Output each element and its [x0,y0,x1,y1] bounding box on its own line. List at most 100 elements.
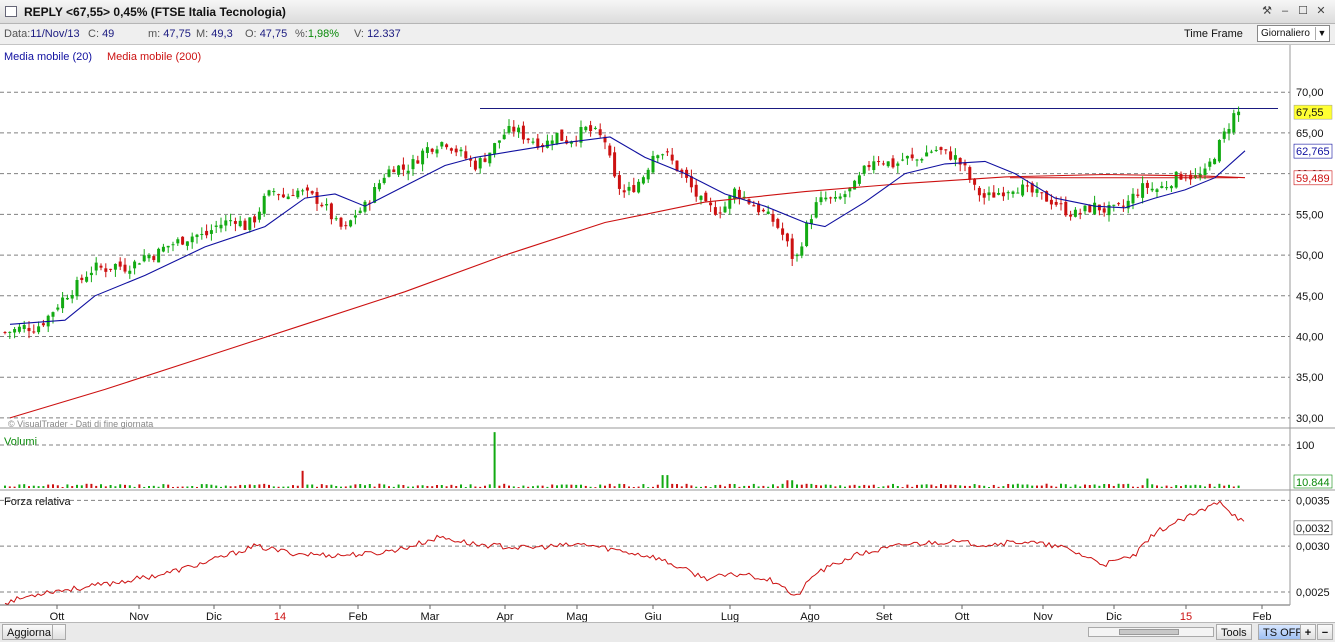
candle-body [329,203,333,220]
volume-bar [167,484,170,488]
volume-bar [474,486,477,488]
horizontal-scrollbar[interactable] [1088,627,1214,637]
tools-button[interactable]: Tools [1216,624,1252,640]
candle-body [37,326,41,333]
candle-body [512,126,516,132]
candle-body [925,152,929,157]
candle-body [1049,199,1053,205]
month-label: Nov [1033,611,1053,622]
volume-bar [1223,485,1226,488]
candle-body [262,195,266,214]
volume-bar [786,480,789,488]
candle-body [872,161,876,171]
rs-tick-label: 0,0030 [1296,541,1330,553]
legend-ma20[interactable]: Media mobile (20) [4,51,92,63]
volume-bar [652,486,654,488]
month-label: Dic [206,611,222,622]
candle-body [315,192,319,204]
volume-bar [1127,483,1130,488]
candle-body [1117,203,1121,205]
volume-bar [450,484,453,488]
volume-bar [1160,486,1163,488]
candle-body [104,268,108,272]
candle-body [713,207,717,215]
month-label: Ott [50,611,65,622]
volume-bar [560,484,563,488]
dropdown-button[interactable] [52,624,66,640]
volume-bar [416,485,419,488]
candle-body [881,163,885,165]
candle-body [584,126,588,131]
volume-bar [805,483,808,488]
candle-body [493,143,497,154]
volume-bar [565,484,568,488]
volume-bar [1151,484,1154,488]
timeframe-select[interactable]: Giornaliero ▼ [1257,25,1330,42]
candle-body [589,125,593,132]
volume-bar [1199,485,1202,488]
candle-body [358,210,362,214]
volume-bar [1036,485,1038,488]
volume-bar [709,487,712,488]
volume-bar [858,485,861,488]
candle-body [3,332,7,334]
rs-title: Forza relativa [4,496,72,508]
candle-body [800,246,804,256]
volume-bar [1012,484,1014,488]
candle-body [627,186,631,191]
candle-body [598,129,602,136]
candle-body [694,184,698,197]
candle-body [99,265,103,268]
volume-bar [368,484,371,488]
candle-body [728,195,732,209]
volume-bar [868,485,870,488]
minimize-icon[interactable]: – [1277,4,1293,19]
volume-bar [944,485,947,488]
candle-body [22,325,26,329]
volume-bar [191,485,194,488]
volume-bar [349,485,352,488]
volume-bar [949,484,952,488]
zoom-in-button[interactable]: + [1300,624,1316,640]
volume-bar [594,487,597,488]
volume-bar [911,486,914,488]
candle-body [1102,208,1106,213]
volume-bar [584,485,587,488]
volume-bar [724,486,726,488]
candle-body [517,127,521,133]
volume-bar [200,484,203,488]
volume-bar [719,484,722,488]
scroll-thumb[interactable] [1119,629,1179,635]
volume-bar [52,484,54,488]
close-icon[interactable]: ✕ [1313,4,1329,19]
refresh-button[interactable]: Aggiorna [2,624,57,640]
volume-bar [373,486,376,488]
candle-body [435,149,439,154]
zoom-out-button[interactable]: − [1317,624,1333,640]
volume-bar [1141,485,1144,488]
candle-body [1112,204,1116,206]
volume-bar [916,484,918,488]
candle-body [920,159,924,161]
volume-bar [623,484,626,488]
ma20-value-label: 62,765 [1293,143,1333,159]
candle-body [502,134,506,140]
candle-body [915,159,919,161]
tools-icon[interactable]: ⚒ [1259,4,1275,19]
candle-body [1174,171,1178,188]
volume-bar [700,486,702,488]
candle-body [377,183,381,190]
chevron-down-icon[interactable]: ▼ [1315,27,1328,40]
volume-bar [325,485,328,488]
volume-bar [392,486,395,488]
maximize-icon[interactable]: ☐ [1295,4,1311,19]
candle-body [281,194,285,198]
candle-body [982,193,986,198]
candle-body [1131,193,1135,204]
volume-bar [925,484,928,488]
legend-ma200[interactable]: Media mobile (200) [107,51,201,63]
volume-bar [469,484,472,488]
candle-body [171,244,175,246]
chart-area[interactable]: 70,0065,0060,0055,0050,0045,0040,0035,00… [0,45,1335,622]
candle-body [344,225,348,227]
